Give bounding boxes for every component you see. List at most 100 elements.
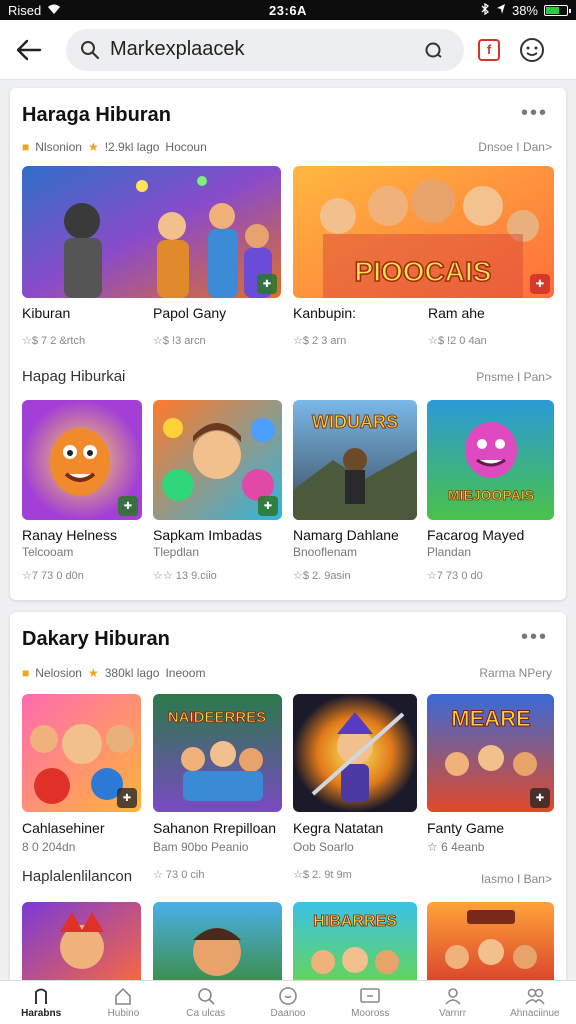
game-title[interactable]: Sapkam Imbadas [153, 527, 262, 543]
game-title[interactable]: Ranay Helness [22, 527, 117, 543]
star-icon: ★ [87, 140, 99, 154]
game-icon-tile[interactable] [427, 902, 554, 992]
game-icon-tile[interactable]: MEARE ✚ [427, 694, 554, 812]
game-title[interactable]: Kegra Natatan [293, 820, 383, 836]
game-rating: ☆$ 2. 9asin [293, 570, 351, 582]
clock-icon [279, 987, 297, 1005]
game-developer: Oob Soarlo [293, 840, 354, 854]
nav-label: Ca ulcas [186, 1008, 226, 1019]
game-icon-tile[interactable] [293, 694, 417, 812]
game-developer: ☆ 6 4eanb [427, 840, 485, 854]
svg-text:MIEJOOPAIS: MIEJOOPAIS [448, 487, 534, 503]
section-card-1: Haraga Hiburan ••• ■ Nlsonion ★ !2.9kl l… [10, 88, 566, 600]
tag-icon: ■ [22, 666, 30, 680]
game-rating: ☆$ 7 2 &rtch [22, 335, 86, 347]
house-icon [115, 987, 132, 1005]
game-icon-tile[interactable]: NAIDEERRES [153, 694, 282, 812]
back-button[interactable] [10, 31, 48, 69]
game-rating: ☆$ !2 0 4an [428, 335, 487, 347]
nav-label: Daanoo [270, 1008, 306, 1019]
see-all-link[interactable]: Iasmo I Ban> [481, 872, 552, 886]
back-arrow-icon [16, 39, 42, 60]
svg-text:WIDUARS: WIDUARS [312, 412, 398, 432]
meta-item: !2.9kl lago [104, 140, 160, 154]
game-developer: Telcooam [22, 545, 74, 559]
game-rating: ☆☆ 13 9.ciio [153, 570, 217, 582]
game-title[interactable]: Cahlasehiner [22, 820, 105, 836]
carrier-label: Rised [8, 2, 42, 18]
featured-game-banner[interactable]: ✚ [22, 166, 281, 298]
search-icon [81, 40, 100, 59]
game-developer: Bam 90bo Peanio [153, 840, 249, 854]
nav-item-harabns[interactable]: Harabns [0, 981, 82, 1024]
store-badge-icon: ✚ [257, 274, 277, 294]
game-icon-tile[interactable]: ✚ [22, 400, 142, 520]
wifi-icon [47, 3, 61, 18]
account-icon[interactable] [516, 34, 548, 66]
game-rating: ☆7 73 0 d0n [22, 570, 84, 582]
game-icon-tile[interactable]: ✚ [153, 400, 282, 520]
nav-label: Hubino [107, 1008, 140, 1019]
game-title[interactable]: Kanbupin: [293, 305, 356, 321]
nav-label: Harabns [21, 1008, 62, 1019]
game-rating: ☆$ 2. 9t 9m [293, 869, 352, 881]
nav-label: Mooross [351, 1008, 390, 1019]
game-icon-tile[interactable]: ✚ [22, 694, 141, 812]
meta-item: 380kl lago [104, 666, 160, 680]
game-developer: 8 0 204dn [22, 840, 76, 854]
home-icon [35, 988, 48, 1004]
nav-item-search[interactable]: Ca ulcas [165, 981, 247, 1024]
camera-search-icon[interactable] [418, 34, 450, 66]
game-icon-tile[interactable] [22, 902, 141, 992]
section-card-2: Dakary Hiburan ••• ■ Nelosion ★ 380kl la… [10, 612, 566, 992]
more-options-button[interactable]: ••• [521, 102, 548, 125]
nav-item-ahnaciinue[interactable]: Ahnaciinue [494, 981, 576, 1024]
game-developer: Plandan [427, 545, 472, 559]
search-bar[interactable]: Markexplaacek [66, 28, 464, 71]
game-title[interactable]: Papol Gany [153, 305, 226, 321]
meta-item: Hocoun [165, 140, 207, 154]
game-title[interactable]: Sahanon Rrepilloan [153, 820, 276, 836]
game-icon-tile[interactable]: WIDUARS [293, 400, 417, 520]
search-input[interactable]: Markexplaacek [110, 38, 418, 61]
game-icon-tile[interactable]: HIBARRES [293, 902, 417, 992]
meta-item: Nelosion [35, 666, 82, 680]
game-rating: ☆ 73 0 cih [153, 869, 205, 881]
see-all-link[interactable]: Dnsoe I Dan> [478, 140, 552, 154]
tag-icon: ■ [22, 140, 30, 154]
store-badge-icon: ✚ [530, 274, 550, 294]
section-title: Dakary Hiburan [22, 628, 170, 650]
nav-item-daanoo[interactable]: Daanoo [247, 981, 329, 1024]
see-all-link[interactable]: Pnsme I Pan> [476, 370, 552, 384]
subsection-title: Hapag Hiburkai [22, 368, 126, 385]
svg-text:HIBARRES: HIBARRES [313, 913, 397, 930]
featured-game-banner[interactable]: PIOOCAIS ✚ [293, 166, 554, 298]
nav-item-mooross[interactable]: Mooross [329, 981, 411, 1024]
bluetooth-icon [480, 2, 490, 18]
game-title[interactable]: Facarog Mayed [427, 527, 524, 543]
section-meta: ■ Nlsonion ★ !2.9kl lago Hocoun [22, 140, 207, 154]
nav-label: Ahnaciinue [510, 1008, 560, 1019]
more-options-button[interactable]: ••• [521, 626, 548, 649]
status-bar: Rised 23:6A 38% [0, 0, 576, 20]
game-icon-tile[interactable]: MIEJOOPAIS [427, 400, 554, 520]
game-title[interactable]: Namarg Dahlane [293, 527, 399, 543]
nav-item-varnrr[interactable]: Varnrr [411, 981, 493, 1024]
game-rating: ☆$ 2 3 arn [293, 335, 347, 347]
bottom-navigation: Harabns Hubino Ca ulcas Daanoo Mooross V… [0, 980, 576, 1024]
section-meta: ■ Nelosion ★ 380kl lago Ineoom [22, 666, 205, 680]
person-icon [444, 988, 461, 1005]
battery-icon [544, 4, 571, 16]
meta-item: Ineoom [165, 666, 206, 680]
game-title[interactable]: Ram ahe [428, 305, 485, 321]
nav-item-hubino[interactable]: Hubino [82, 981, 164, 1024]
game-icon-tile[interactable] [153, 902, 282, 992]
flag-icon[interactable]: f [478, 38, 500, 61]
see-all-link[interactable]: Rarma NPery [479, 666, 552, 680]
game-developer: Tlepdlan [153, 545, 200, 559]
game-title[interactable]: Kiburan [22, 305, 70, 321]
battery-percent: 38% [511, 2, 538, 18]
svg-text:NAIDEERRES: NAIDEERRES [168, 709, 266, 726]
tv-icon [360, 988, 381, 1003]
game-title[interactable]: Fanty Game [427, 820, 504, 836]
